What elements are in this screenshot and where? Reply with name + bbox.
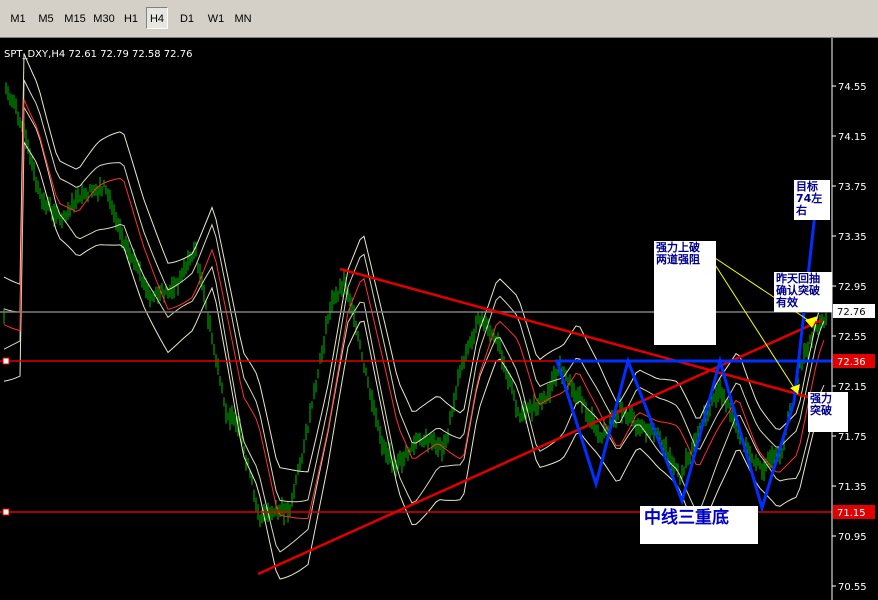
note-line: 右: [796, 204, 807, 217]
note-triple-bottom[interactable]: 中线三重底: [640, 506, 758, 544]
note-retest-confirmed[interactable]: 昨天回抽 确认突破 有效: [774, 272, 832, 312]
current-price-value: 72.76: [837, 307, 866, 318]
timeframe-button-m15[interactable]: M15: [62, 7, 88, 29]
note-strong-breakout[interactable]: 强力 突破: [808, 392, 848, 432]
timeframe-button-m30[interactable]: M30: [91, 7, 117, 29]
symbol-info: SPT_DXY,H4 72.61 72.79 72.58 72.76: [4, 49, 192, 60]
note-line: 两道强阻: [656, 253, 700, 266]
note-target[interactable]: 目标 74左 右: [794, 180, 830, 220]
support-level-value: 71.15: [837, 508, 866, 519]
resistance-level-value: 72.36: [837, 357, 866, 368]
timeframe-toolbar: M1 M5 M15 M30 H1 H4 D1 W1 MN: [0, 0, 878, 38]
timeframe-button-d1[interactable]: D1: [176, 7, 198, 29]
price-axis-label: 71.75: [838, 432, 867, 443]
note-line: 突破: [810, 404, 832, 417]
timeframe-button-h4[interactable]: H4: [146, 7, 168, 29]
resistance-line-handle[interactable]: [2, 357, 10, 365]
note-breakout-above-channel[interactable]: 强力上破 两道强阻: [654, 241, 716, 345]
timeframe-button-m1[interactable]: M1: [6, 7, 30, 29]
price-axis-label: 71.35: [838, 482, 867, 493]
price-axis-label: 73.75: [838, 182, 867, 193]
timeframe-button-mn[interactable]: MN: [232, 7, 254, 29]
price-axis-label: 70.55: [838, 582, 867, 593]
price-axis-label: 74.55: [838, 82, 867, 93]
timeframe-button-w1[interactable]: W1: [204, 7, 228, 29]
price-axis-label: 72.95: [838, 282, 867, 293]
price-axis-label: 73.35: [838, 232, 867, 243]
price-axis-label: 70.95: [838, 532, 867, 543]
price-axis-label: 72.55: [838, 332, 867, 343]
timeframe-button-m5[interactable]: M5: [34, 7, 58, 29]
support-line-handle[interactable]: [2, 508, 10, 516]
note-line: 有效: [776, 296, 798, 309]
price-axis-label: 74.15: [838, 132, 867, 143]
timeframe-button-h1[interactable]: H1: [120, 7, 142, 29]
